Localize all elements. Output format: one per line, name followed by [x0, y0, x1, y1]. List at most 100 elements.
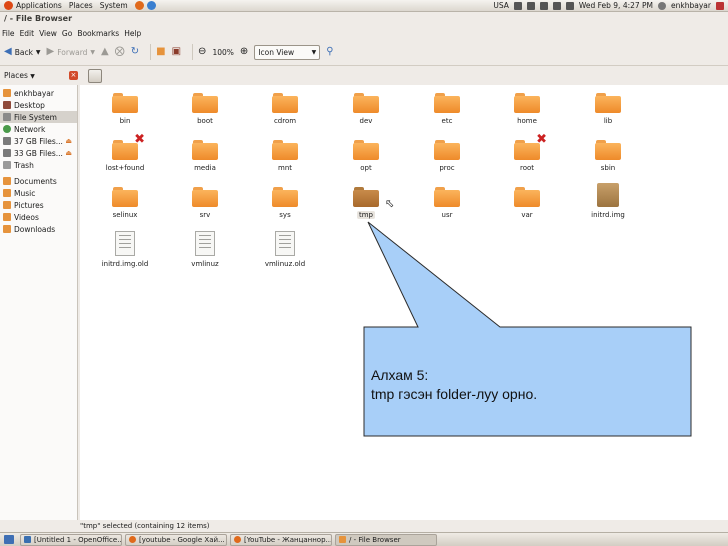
help-launcher-icon[interactable] — [146, 1, 156, 10]
file-item-lib[interactable]: lib — [573, 93, 643, 125]
clock[interactable]: Wed Feb 9, 4:27 PM — [579, 1, 653, 10]
folder-icon — [192, 140, 218, 160]
applications-menu[interactable]: Applications — [16, 1, 62, 10]
filesystem-location-button[interactable] — [87, 68, 102, 83]
mail-tray-icon[interactable] — [552, 1, 561, 10]
sidebar-item-label: 33 GB Files... — [14, 148, 63, 158]
network-icon — [3, 125, 11, 133]
file-item-srv[interactable]: srv — [170, 187, 240, 219]
reload-button[interactable]: ↻ — [131, 47, 139, 57]
file-item-vmlinuz-old[interactable]: vmlinuz.old — [250, 231, 320, 268]
file-label: vmlinuz — [191, 260, 219, 268]
file-item-usr[interactable]: usr — [412, 187, 482, 219]
keyboard-layout-indicator[interactable]: USA — [493, 1, 509, 10]
file-item-sbin[interactable]: sbin — [573, 140, 643, 172]
sidebar-item-home[interactable]: enkhbayar — [0, 87, 77, 99]
file-item-lost-found[interactable]: ✖ lost+found — [90, 133, 160, 172]
file-icon-view[interactable]: bin boot cdrom dev etc home lib ✖ lost+f… — [80, 85, 728, 520]
sidebar-item-downloads[interactable]: Downloads — [0, 223, 77, 235]
places-header: Places — [4, 71, 28, 80]
menu-file[interactable]: File — [2, 29, 15, 38]
forward-history-chevron-icon[interactable]: ▼ — [90, 49, 95, 56]
taskbar-item-openoffice[interactable]: [Untitled 1 - OpenOffice... — [20, 533, 122, 546]
power-icon[interactable] — [716, 1, 724, 10]
places-dropdown[interactable]: Places ▼ — [4, 71, 35, 80]
file-item-mnt[interactable]: mnt — [250, 140, 320, 172]
menu-view[interactable]: View — [39, 29, 57, 38]
search-icon: ⚲ — [326, 46, 334, 57]
taskbar-item-firefox-2[interactable]: [YouTube - Жанцаннор... — [230, 533, 332, 546]
places-menu[interactable]: Places — [69, 1, 93, 10]
file-item-media[interactable]: media — [170, 140, 240, 172]
eject-icon[interactable]: ⏏ — [65, 149, 72, 157]
battery-tray-icon[interactable] — [526, 1, 535, 10]
sidebar-item-documents[interactable]: Documents — [0, 175, 77, 187]
taskbar-item-file-browser[interactable]: / - File Browser — [335, 533, 437, 546]
back-label: Back — [14, 47, 33, 57]
sidebar-item-videos[interactable]: Videos — [0, 211, 77, 223]
menu-go[interactable]: Go — [62, 29, 72, 38]
folder-icon — [112, 93, 138, 113]
menu-help[interactable]: Help — [124, 29, 141, 38]
sidebar-item-drive-37gb[interactable]: 37 GB Files... ⏏ — [0, 135, 77, 147]
file-item-initrd-img[interactable]: initrd.img — [573, 183, 643, 219]
file-item-selinux[interactable]: selinux — [90, 187, 160, 219]
show-desktop-icon[interactable] — [4, 535, 14, 544]
ubuntu-logo-icon[interactable] — [4, 1, 13, 10]
view-mode-select[interactable]: Icon View ▼ — [254, 44, 321, 60]
back-history-chevron-icon[interactable]: ▼ — [36, 49, 41, 56]
sidebar-item-desktop[interactable]: Desktop — [0, 99, 77, 111]
chat-tray-icon[interactable] — [539, 1, 548, 10]
documents-folder-icon — [3, 177, 11, 185]
file-item-proc[interactable]: proc — [412, 140, 482, 172]
file-item-etc[interactable]: etc — [412, 93, 482, 125]
zoom-in-button[interactable]: ⊕ — [240, 47, 248, 57]
sidebar-item-network[interactable]: Network — [0, 123, 77, 135]
stop-button[interactable]: ⨂ — [115, 47, 125, 57]
home-button[interactable]: ■ — [156, 47, 165, 57]
up-button[interactable]: ▲ — [101, 47, 109, 57]
file-label: var — [521, 211, 533, 219]
menu-edit[interactable]: Edit — [20, 29, 35, 38]
forward-button[interactable]: ▶ Forward ▼ — [47, 47, 96, 57]
close-sidebar-icon[interactable]: × — [68, 71, 78, 80]
sidebar-item-music[interactable]: Music — [0, 187, 77, 199]
sidebar-item-label: Desktop — [14, 100, 45, 110]
eject-icon[interactable]: ⏏ — [65, 137, 72, 145]
file-label: srv — [199, 211, 211, 219]
back-button[interactable]: ◀ Back ▼ — [4, 47, 41, 57]
search-button[interactable]: ⚲ — [326, 47, 333, 57]
file-item-bin[interactable]: bin — [90, 93, 160, 125]
file-label: tmp — [356, 211, 375, 219]
firefox-launcher-icon[interactable] — [134, 1, 144, 10]
file-item-boot[interactable]: boot — [170, 93, 240, 125]
file-item-cdrom[interactable]: cdrom — [250, 93, 320, 125]
folder-icon: ✖ — [112, 133, 145, 160]
menu-bookmarks[interactable]: Bookmarks — [77, 29, 119, 38]
file-item-home[interactable]: home — [492, 93, 562, 125]
sidebar-item-pictures[interactable]: Pictures — [0, 199, 77, 211]
folder-icon — [339, 536, 346, 543]
openoffice-icon — [24, 536, 31, 543]
sidebar-item-drive-33gb[interactable]: 33 GB Files... ⏏ — [0, 147, 77, 159]
downloads-folder-icon — [3, 225, 11, 233]
file-item-root[interactable]: ✖ root — [492, 133, 562, 172]
computer-button[interactable]: ▣ — [172, 47, 181, 57]
zoom-out-button[interactable]: ⊖ — [198, 47, 206, 57]
file-item-sys[interactable]: sys — [250, 187, 320, 219]
sidebar-item-trash[interactable]: Trash — [0, 159, 77, 171]
system-menu[interactable]: System — [100, 1, 128, 10]
document-icon — [195, 231, 215, 256]
file-item-vmlinuz[interactable]: vmlinuz — [170, 231, 240, 268]
volume-tray-icon[interactable] — [565, 1, 574, 10]
network-tray-icon[interactable] — [513, 1, 522, 10]
taskbar-item-firefox-1[interactable]: [youtube - Google Хай... — [125, 533, 227, 546]
firefox-icon — [234, 536, 241, 543]
zoom-level[interactable]: 100% — [212, 48, 233, 57]
sidebar-item-filesystem[interactable]: File System — [0, 111, 77, 123]
file-item-var[interactable]: var — [492, 187, 562, 219]
file-item-dev[interactable]: dev — [331, 93, 401, 125]
file-item-initrd-img-old[interactable]: initrd.img.old — [90, 231, 160, 268]
user-name[interactable]: enkhbayar — [671, 1, 711, 10]
file-item-opt[interactable]: opt — [331, 140, 401, 172]
